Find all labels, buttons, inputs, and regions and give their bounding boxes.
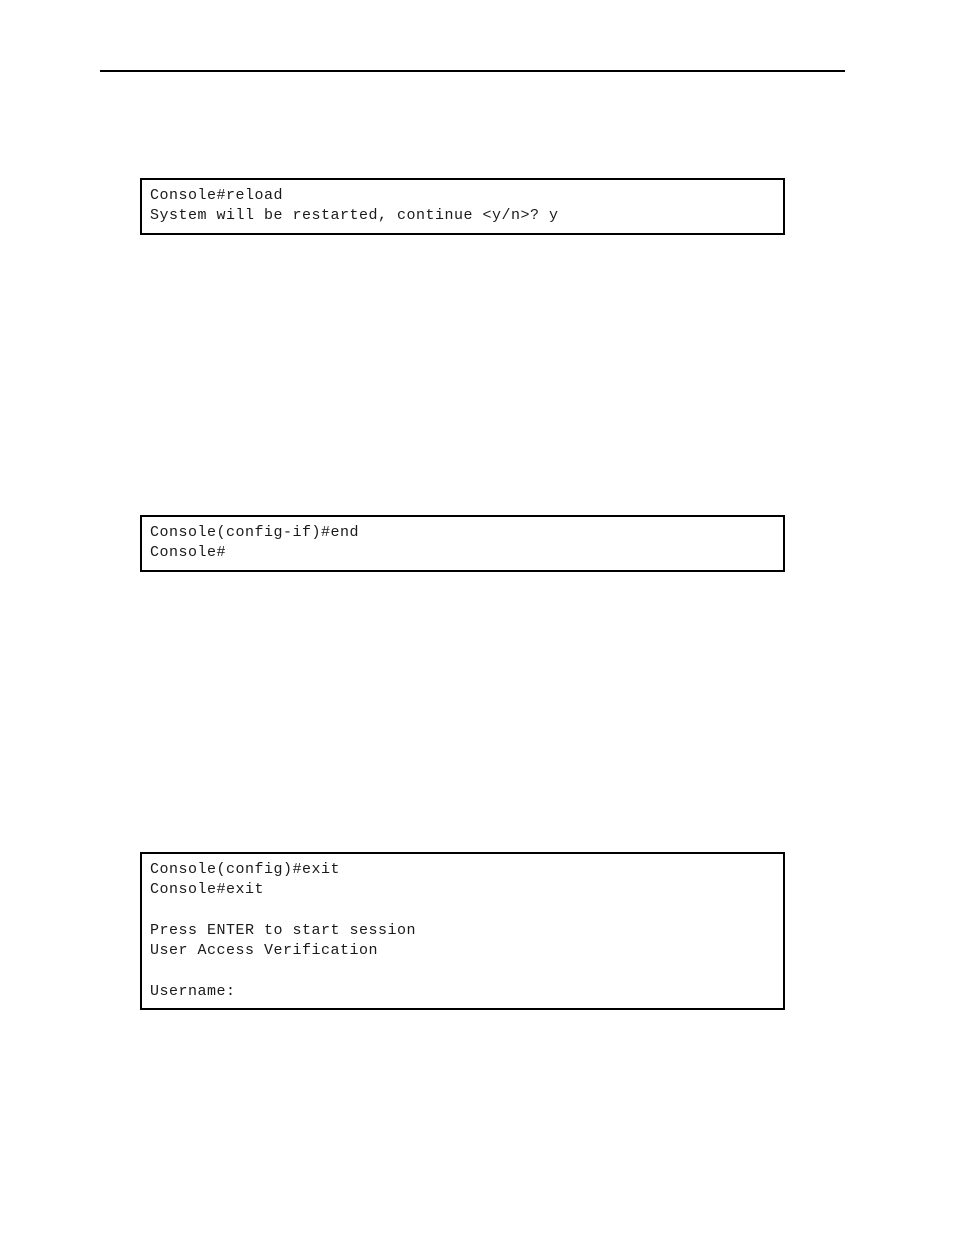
code-text: Console(config-if)#end Console#	[150, 523, 775, 564]
code-example-end: Console(config-if)#end Console#	[140, 515, 785, 572]
code-text: Console(config)#exit Console#exit Press …	[150, 860, 775, 1002]
horizontal-rule	[100, 70, 845, 72]
code-text: Console#reload System will be restarted,…	[150, 186, 775, 227]
code-example-reload: Console#reload System will be restarted,…	[140, 178, 785, 235]
code-example-exit: Console(config)#exit Console#exit Press …	[140, 852, 785, 1010]
